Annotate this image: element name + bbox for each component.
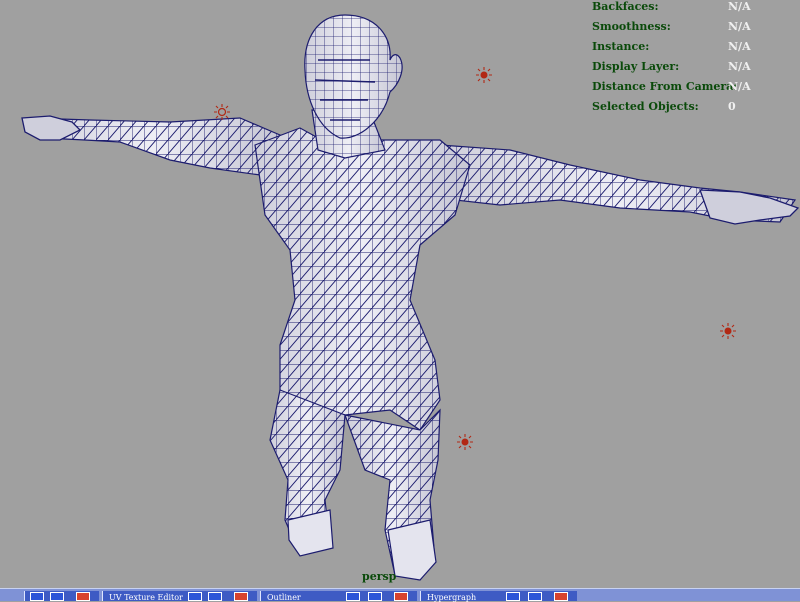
hud-value: 0	[728, 100, 736, 113]
hud-label: Smoothness:	[592, 20, 671, 33]
window-title: Outliner	[267, 593, 301, 602]
point-light-icon[interactable]	[457, 434, 473, 450]
hud-value: N/A	[728, 60, 751, 73]
hud-label: Display Layer:	[592, 60, 680, 73]
minimized-windows-bar: UV Texture Editor Outliner Hypergraph	[0, 588, 800, 602]
hud-label: Backfaces:	[592, 0, 659, 13]
point-light-icon[interactable]	[476, 67, 492, 83]
hud-label: Selected Objects:	[592, 100, 699, 113]
window-title: Hypergraph	[427, 593, 477, 602]
hud-value: N/A	[728, 0, 751, 13]
head[interactable]	[304, 14, 403, 159]
hud-label: Distance From Camera:	[592, 80, 738, 93]
hud-value: N/A	[728, 20, 751, 33]
camera-name-label: persp	[362, 570, 397, 583]
perspective-viewport[interactable]: Backfaces: N/A Smoothness: N/A Instance:…	[0, 0, 800, 588]
point-light-icon[interactable]	[720, 323, 736, 339]
hud-label: Instance:	[592, 40, 650, 53]
right-hand[interactable]	[699, 189, 800, 225]
point-light-icon[interactable]	[214, 104, 230, 120]
hud-value: N/A	[728, 80, 751, 93]
torso[interactable]	[254, 127, 471, 431]
hud-value: N/A	[728, 40, 751, 53]
window-title: UV Texture Editor	[109, 593, 183, 602]
